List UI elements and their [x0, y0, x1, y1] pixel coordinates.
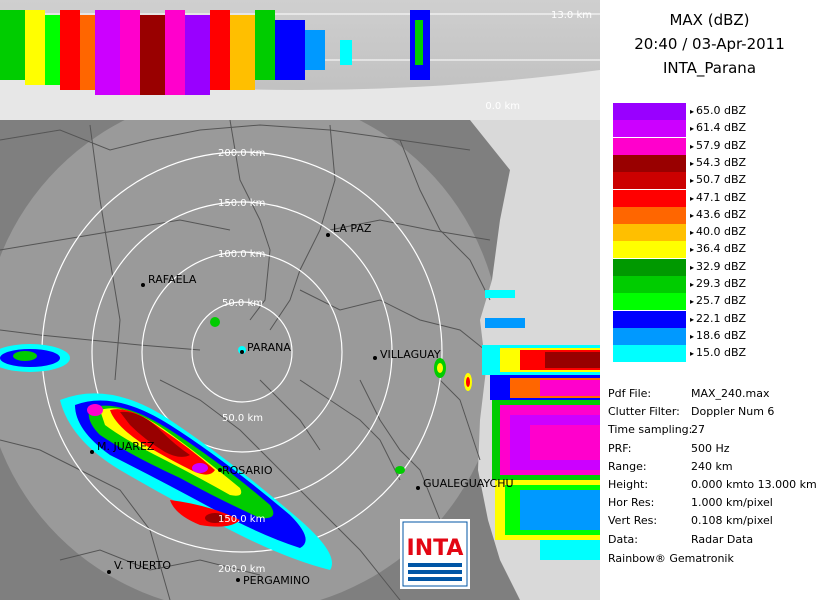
legend-row: 50.7 dBZ — [613, 172, 813, 190]
city-label-parana: PARANA — [247, 341, 291, 354]
range-label-50: 50.0 km — [222, 298, 263, 309]
range-label-150: 150.0 km — [218, 198, 265, 209]
product-title: MAX (dBZ) — [669, 11, 750, 29]
info-value: MAX_240.max — [691, 387, 770, 400]
site-name: INTA_Parana — [662, 59, 757, 77]
info-value: 0.000 kmto 13.000 km — [691, 478, 817, 491]
legend-row: 47.1 dBZ — [613, 189, 813, 207]
city-label-v-tuerto: V. TUERTO — [114, 559, 171, 572]
legend-label: 25.7 dBZ — [690, 294, 746, 307]
radar-display: 13.0 km 0.0 km RAFAELA LA PAZ PARANA VIL… — [0, 0, 819, 600]
info-key: Hor Res: — [608, 496, 655, 510]
legend-row: 36.4 dBZ — [613, 241, 813, 259]
info-value: Doppler Num 6 — [691, 405, 775, 419]
height-label-top: 13.0 km — [551, 10, 592, 21]
legend-label: 43.6 dBZ — [690, 208, 746, 221]
legend-row: 32.9 dBZ — [613, 258, 813, 276]
info-key: Height: — [608, 478, 649, 491]
legend-swatch — [613, 103, 686, 120]
legend-row: 40.0 dBZ — [613, 224, 813, 242]
info-key: Vert Res: — [608, 514, 658, 528]
legend-label: 29.3 dBZ — [690, 277, 746, 290]
legend-row: 29.3 dBZ — [613, 276, 813, 293]
info-key: Pdf File: — [608, 387, 652, 400]
legend-swatch — [613, 241, 686, 259]
legend-swatch — [613, 258, 686, 276]
city-label-la-paz: LA PAZ — [333, 222, 372, 235]
range-label-100: 100.0 km — [218, 249, 265, 260]
logo-text: INTA — [407, 536, 464, 561]
range-label-200: 200.0 km — [218, 148, 265, 159]
legend-row: 43.6 dBZ — [613, 206, 813, 224]
map-area: RAFAELA LA PAZ PARANA VILLAGUAY M. JUARE… — [0, 120, 600, 600]
legend-label: 65.0 dBZ — [690, 104, 746, 117]
legend-swatch — [613, 206, 686, 224]
city-label-rosario: ROSARIO — [222, 464, 273, 477]
legend-swatch — [613, 189, 686, 207]
legend-swatch — [613, 120, 686, 138]
legend-row: 61.4 dBZ — [613, 120, 813, 138]
info-key: Data: — [608, 532, 638, 546]
datetime-label: 20:40 / 03-Apr-2011 — [634, 35, 785, 53]
legend-swatch — [613, 310, 686, 328]
legend-label: 54.3 dBZ — [690, 156, 746, 169]
legend-row: 15.0 dBZ — [613, 345, 813, 363]
legend-row: 22.1 dBZ — [613, 310, 813, 328]
legend-row: 54.3 dBZ — [613, 154, 813, 172]
info-value: 0.108 km/pixel — [691, 514, 773, 528]
legend-swatch — [613, 224, 686, 242]
legend-label: 40.0 dBZ — [690, 225, 746, 238]
city-label-pergamino: PERGAMINO — [243, 574, 310, 587]
legend-label: 57.9 dBZ — [690, 139, 746, 152]
inta-logo: INTA — [400, 519, 470, 589]
legend-row: 25.7 dBZ — [613, 293, 813, 311]
info-key: Clutter Filter: — [608, 405, 680, 419]
info-value: 1.000 km/pixel — [691, 496, 773, 510]
legend-label: 18.6 dBZ — [690, 329, 746, 342]
legend-swatch — [613, 172, 686, 190]
info-value: 240 km — [691, 459, 733, 473]
info-key: Range: — [608, 459, 647, 473]
legend-swatch — [613, 154, 686, 172]
legend-swatch — [613, 327, 686, 345]
range-label-150-south: 150.0 km — [218, 514, 265, 525]
legend-row: 65.0 dBZ — [613, 103, 813, 120]
legend-swatch — [613, 345, 686, 363]
footer-credit: Rainbow® Gematronik — [608, 552, 734, 565]
info-value: Radar Data — [691, 532, 754, 546]
info-key: PRF: — [608, 441, 632, 455]
legend-label: 32.9 dBZ — [690, 260, 746, 273]
city-label-rafaela: RAFAELA — [148, 273, 197, 286]
legend-label: 15.0 dBZ — [690, 346, 746, 359]
legend-swatch — [613, 137, 686, 155]
legend-label: 50.7 dBZ — [690, 173, 746, 186]
legend-row: 57.9 dBZ — [613, 137, 813, 155]
legend-label: 36.4 dBZ — [690, 242, 746, 255]
city-label-gualeguaychu: GUALEGUAYCHU — [423, 477, 514, 490]
info-key: Time sampling: — [608, 423, 693, 437]
legend-swatch — [613, 276, 686, 293]
radar-map: 13.0 km 0.0 km RAFAELA LA PAZ PARANA VIL… — [0, 0, 600, 600]
info-value: 27 — [691, 423, 705, 437]
legend-label: 47.1 dBZ — [690, 191, 746, 204]
info-value: 500 Hz — [691, 441, 730, 455]
city-label-villaguay: VILLAGUAY — [380, 348, 441, 361]
legend-row: 18.6 dBZ — [613, 327, 813, 345]
legend-swatch — [613, 293, 686, 311]
city-label-m-juarez: M. JUAREZ — [97, 440, 155, 453]
legend-label: 61.4 dBZ — [690, 121, 746, 134]
legend-label: 22.1 dBZ — [690, 312, 746, 325]
range-label-200-south: 200.0 km — [218, 564, 265, 575]
height-label-bottom: 0.0 km — [485, 101, 520, 112]
range-label-50-south: 50.0 km — [222, 413, 263, 424]
